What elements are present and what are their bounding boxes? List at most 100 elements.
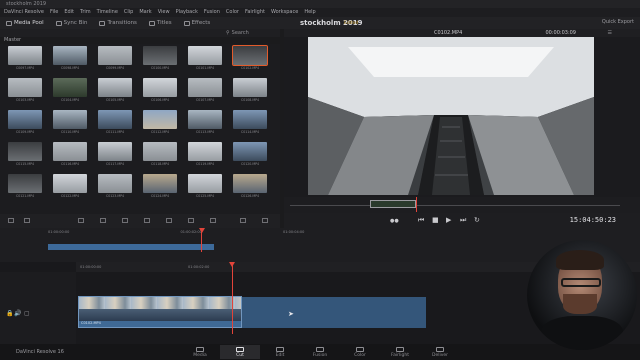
menu-item-workspace[interactable]: Workspace xyxy=(271,8,298,17)
clip-thumbnail[interactable]: C0099.MP4 xyxy=(96,46,134,73)
timeline-clip-blue[interactable] xyxy=(242,297,426,328)
clip-thumbnail[interactable]: C0122.MP4 xyxy=(51,174,89,201)
stop-icon[interactable]: ■ xyxy=(432,216,439,224)
upper-playhead[interactable] xyxy=(201,230,202,252)
close-up-icon[interactable] xyxy=(144,218,150,223)
viewer-frame[interactable] xyxy=(308,37,594,195)
clip-thumbnail[interactable]: C0112.MP4 xyxy=(141,110,179,137)
page-tab-edit[interactable]: Edit xyxy=(260,345,300,359)
clip-thumbnail[interactable]: C0120.MP4 xyxy=(231,142,269,169)
menu-item-davinci[interactable]: DaVinci Resolve xyxy=(4,8,44,17)
append-clip-icon[interactable] xyxy=(100,218,106,223)
clip-thumbnail[interactable]: C0103.MP4 xyxy=(6,78,44,105)
trim-icon[interactable] xyxy=(240,218,246,223)
timeline-clip[interactable]: C0102.MP4 xyxy=(78,296,242,328)
titles-button[interactable]: Titles xyxy=(143,17,178,29)
upper-timeline-track[interactable] xyxy=(48,244,214,250)
play-icon[interactable]: ▶ xyxy=(446,216,451,224)
skip-back-icon[interactable]: ⏮ xyxy=(418,216,424,225)
search-input[interactable]: ⚲ Search xyxy=(226,29,278,36)
place-on-top-icon[interactable] xyxy=(166,218,172,223)
menu-item-fusion[interactable]: Fusion xyxy=(204,8,220,17)
menu-item-color[interactable]: Color xyxy=(226,8,239,17)
clip-thumbnail[interactable]: C0121.MP4 xyxy=(6,174,44,201)
upper-playhead-marker[interactable] xyxy=(199,228,205,233)
clip-thumbnail[interactable]: C0124.MP4 xyxy=(141,174,179,201)
ripple-overwrite-icon[interactable] xyxy=(122,218,128,223)
audio-track-icon[interactable]: 🔊 xyxy=(14,310,21,317)
viewer-options-icon[interactable]: ☰ xyxy=(608,30,612,36)
smart-insert-icon[interactable] xyxy=(210,218,216,223)
lock-track-icon[interactable]: 🔒 xyxy=(6,310,13,317)
clip-thumbnail[interactable]: C0116.MP4 xyxy=(51,142,89,169)
clip-thumbnail[interactable]: C0098.MP4 xyxy=(51,46,89,73)
thumbnail-image xyxy=(53,142,87,161)
source-overwrite-icon[interactable] xyxy=(188,218,194,223)
page-tab-label: Deliver xyxy=(431,353,449,358)
clip-thumbnail[interactable]: C0126.MP4 xyxy=(231,174,269,201)
thumbnail-image xyxy=(53,174,87,193)
menu-item-mark[interactable]: Mark xyxy=(139,8,151,17)
clip-name: C0106.MP4 xyxy=(150,98,170,102)
import-icon[interactable] xyxy=(8,218,14,223)
page-tab-media[interactable]: Media xyxy=(180,345,220,359)
clip-thumbnail[interactable]: C0110.MP4 xyxy=(51,110,89,137)
clip-thumbnail[interactable]: C0100.MP4 xyxy=(141,46,179,73)
page-tab-color[interactable]: Color xyxy=(340,345,380,359)
clip-thumbnail[interactable]: C0114.MP4 xyxy=(231,110,269,137)
page-tab-cut[interactable]: Cut xyxy=(220,345,260,359)
menu-item-playback[interactable]: Playback xyxy=(176,8,198,17)
clip-thumbnail[interactable]: C0097.MP4 xyxy=(6,46,44,73)
clip-thumbnail[interactable]: C0109.MP4 xyxy=(6,110,44,137)
clip-thumbnail[interactable]: C0119.MP4 xyxy=(186,142,224,169)
lower-playhead[interactable] xyxy=(232,262,233,334)
clip-thumbnail[interactable]: C0106.MP4 xyxy=(141,78,179,105)
sync-bin-button[interactable]: Sync Bin xyxy=(50,17,94,29)
page-tab-fusion[interactable]: Fusion xyxy=(300,345,340,359)
clip-thumbnail[interactable]: C0101.MP4 xyxy=(186,46,224,73)
loop-icon[interactable]: ↻ xyxy=(474,216,480,224)
bin-name[interactable]: Master xyxy=(4,37,21,43)
page-tab-label: Color xyxy=(354,353,366,358)
clip-name: C0111.MP4 xyxy=(105,130,125,134)
clip-thumbnail[interactable]: C0118.MP4 xyxy=(141,142,179,169)
clip-name: C0120.MP4 xyxy=(240,162,260,166)
page-tab-deliver[interactable]: Deliver xyxy=(420,345,460,359)
clip-thumbnail[interactable]: C0113.MP4 xyxy=(186,110,224,137)
effects-button[interactable]: Effects xyxy=(178,17,217,29)
clip-name: C0117.MP4 xyxy=(105,162,125,166)
skip-forward-icon[interactable]: ⏭ xyxy=(460,216,466,225)
quick-export-button[interactable]: Quick Export xyxy=(602,19,634,25)
viewer-scrub-bar[interactable] xyxy=(284,197,640,213)
insert-clip-icon[interactable] xyxy=(78,218,84,223)
menu-item-timeline[interactable]: Timeline xyxy=(97,8,118,17)
viewer[interactable] xyxy=(284,37,640,197)
window-title: stockholm 2019 xyxy=(6,1,47,7)
clip-thumbnail[interactable]: C0125.MP4 xyxy=(186,174,224,201)
track-monitor-icon[interactable]: ▢ xyxy=(24,310,30,317)
menu-item-trim[interactable]: Trim xyxy=(80,8,91,17)
list-view-icon[interactable] xyxy=(24,218,30,223)
viewer-playhead[interactable] xyxy=(416,197,417,212)
menu-item-file[interactable]: File xyxy=(50,8,58,17)
menu-item-view[interactable]: View xyxy=(158,8,170,17)
menu-item-edit[interactable]: Edit xyxy=(64,8,74,17)
menu-item-fairlight[interactable]: Fairlight xyxy=(245,8,265,17)
clip-thumbnail[interactable]: C0117.MP4 xyxy=(96,142,134,169)
page-tab-fairlight[interactable]: Fairlight xyxy=(380,345,420,359)
media-pool-button[interactable]: Media Pool xyxy=(0,17,50,29)
more-options-icon[interactable] xyxy=(262,218,268,223)
clip-thumbnail[interactable]: C0123.MP4 xyxy=(96,174,134,201)
clip-name: C0109.MP4 xyxy=(15,130,35,134)
clip-thumbnail[interactable]: C0107.MP4 xyxy=(186,78,224,105)
clip-thumbnail-selected[interactable]: C0102.MP4 xyxy=(231,45,269,73)
clip-thumbnail[interactable]: C0115.MP4 xyxy=(6,142,44,169)
clip-thumbnail[interactable]: C0111.MP4 xyxy=(96,110,134,137)
in-out-range[interactable] xyxy=(370,200,416,208)
clip-thumbnail[interactable]: C0104.MP4 xyxy=(51,78,89,105)
menu-item-clip[interactable]: Clip xyxy=(124,8,133,17)
transitions-button[interactable]: Transitions xyxy=(93,17,142,29)
menu-item-help[interactable]: Help xyxy=(304,8,315,17)
clip-thumbnail[interactable]: C0105.MP4 xyxy=(96,78,134,105)
clip-thumbnail[interactable]: C0108.MP4 xyxy=(231,78,269,105)
